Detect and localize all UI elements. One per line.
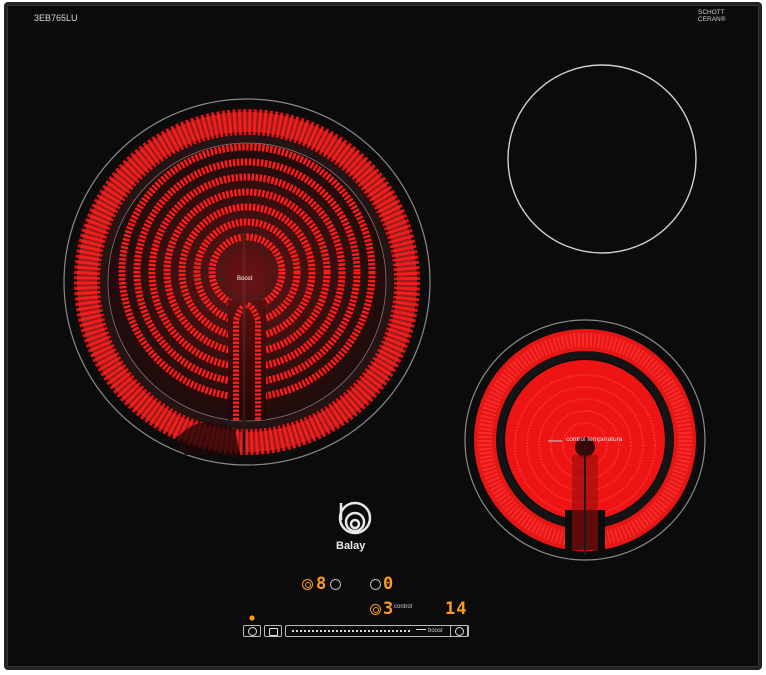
zone2-select-button[interactable] [370, 579, 381, 590]
brand-logo-icon [338, 501, 372, 535]
brand-name: Balay [336, 540, 366, 552]
left-cooking-zone[interactable] [63, 98, 431, 466]
zone-right-label: control temperatura [566, 436, 623, 443]
zone1-select-button[interactable] [302, 579, 313, 590]
zone3-select-button[interactable] [370, 604, 381, 615]
glass-brand: SCHOTT CERAN® [698, 9, 726, 23]
zone3-level-display: 3 [383, 599, 394, 619]
timer-display: 14 [445, 599, 468, 619]
power-indicator-icon [249, 615, 255, 621]
zone-left-label: Boost [237, 276, 253, 282]
boost-label: boost [428, 628, 443, 634]
model-number: 3EB765LU [34, 13, 78, 23]
timer-button[interactable] [450, 625, 468, 637]
lock-button[interactable] [264, 625, 282, 637]
power-slider[interactable]: boost [285, 625, 469, 637]
clock-icon [455, 627, 464, 636]
zone2-level-display: 0 [383, 574, 394, 594]
zone1-level-display: 8 [316, 574, 327, 594]
zone1-dual-button[interactable] [330, 579, 341, 590]
info-button[interactable] [243, 625, 261, 637]
lock-icon [269, 628, 278, 636]
top-right-cooking-zone[interactable] [507, 64, 697, 254]
zone3-control-label: control [394, 604, 413, 610]
